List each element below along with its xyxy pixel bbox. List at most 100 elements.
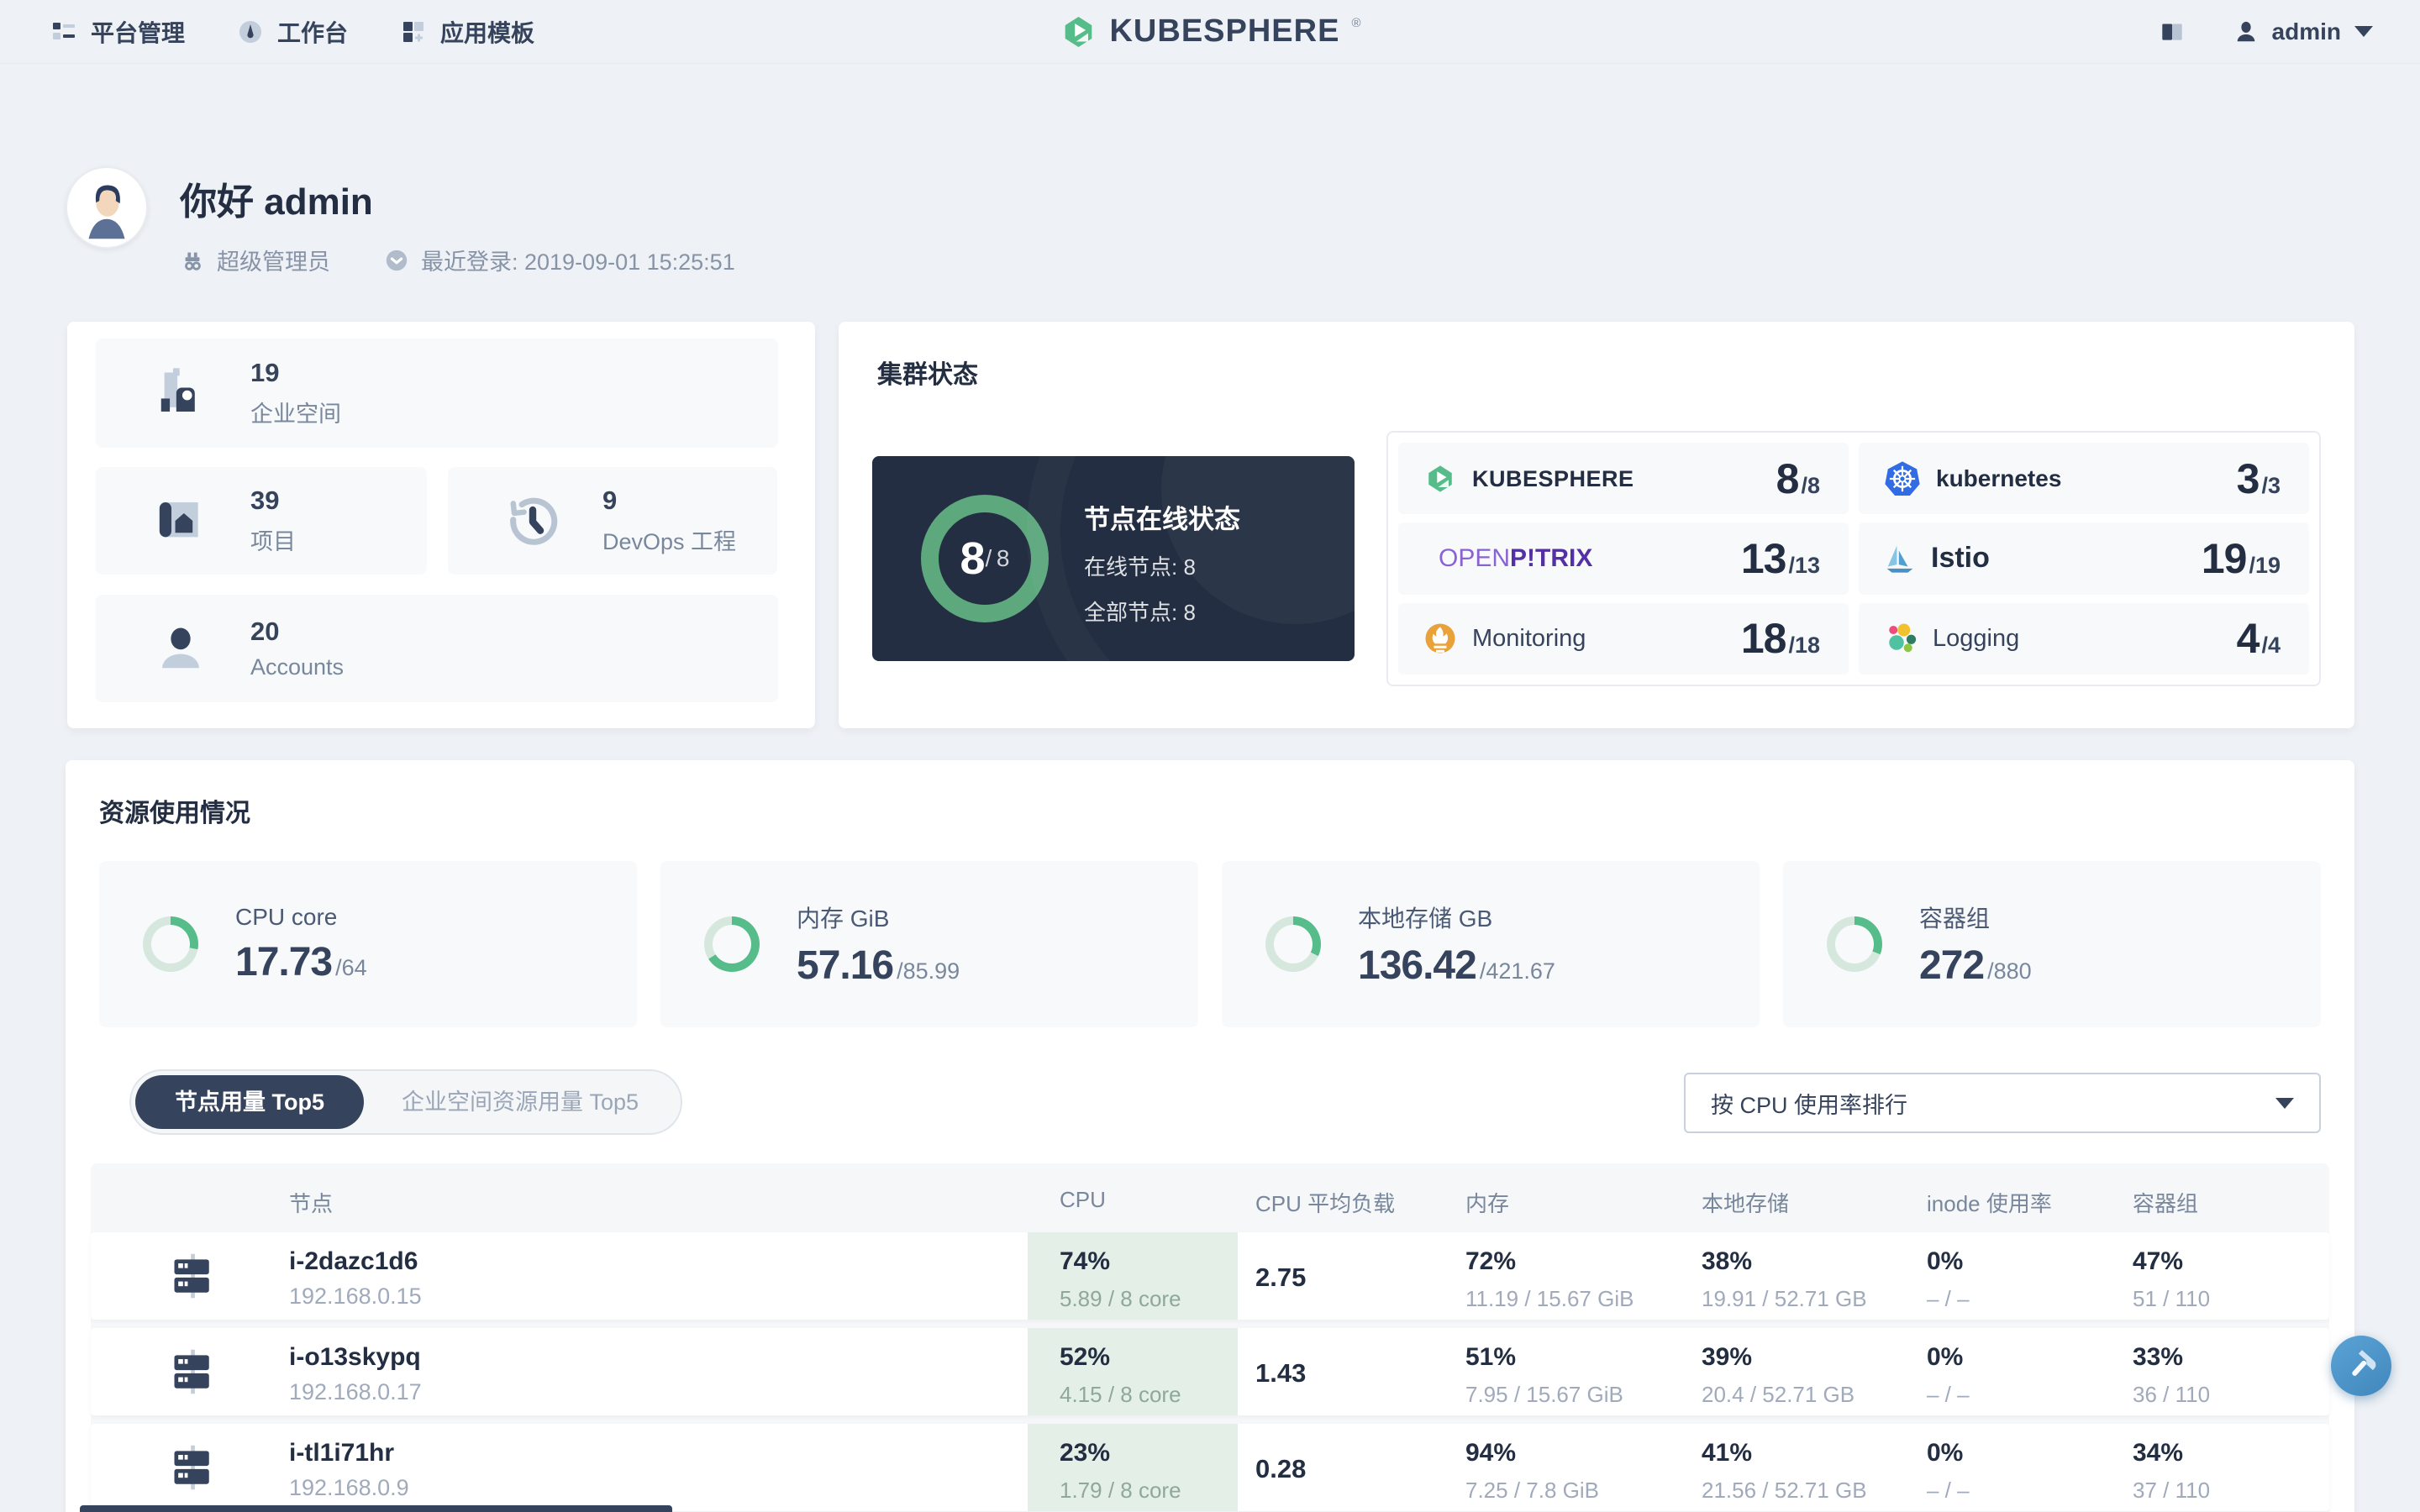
stat-label: 内存 GiB bbox=[797, 905, 890, 932]
memory-cell: 51% 7.95 / 15.67 GiB bbox=[1465, 1343, 1623, 1407]
user-menu[interactable]: admin bbox=[2233, 18, 2373, 45]
node-online-status-panel[interactable]: 8/ 8 节点在线状态 在线节点: 8 全部节点: 8 bbox=[872, 456, 1355, 661]
component-tile[interactable]: kubernetes 3/3 bbox=[1859, 443, 2309, 515]
accounts-tile[interactable]: 20 Accounts bbox=[96, 595, 778, 702]
logo-registered-mark: ® bbox=[1351, 15, 1361, 30]
tab-workspace-usage-top5[interactable]: 企业空间资源用量 Top5 bbox=[364, 1075, 676, 1129]
panel-icon[interactable] bbox=[2158, 18, 2186, 46]
workspace-icon bbox=[155, 367, 207, 419]
greeting-title: 你好 admin bbox=[180, 181, 373, 223]
stat-used: 136.42 bbox=[1358, 942, 1477, 988]
devops-count: 9 bbox=[602, 486, 618, 515]
cluster-status-card: 集群状态 8/ 8 节点在线状态 在线节点: 8 全部节点: 8 KUBESPH… bbox=[839, 322, 2354, 728]
devops-tile[interactable]: 9 DevOps 工程 bbox=[448, 467, 777, 575]
nav-app-templates[interactable]: 应用模板 bbox=[400, 15, 534, 49]
cpu-load: 0.28 bbox=[1255, 1454, 1307, 1483]
logo-text: KUBESPHERE bbox=[1109, 13, 1340, 49]
nav-workbench[interactable]: 工作台 bbox=[237, 15, 348, 49]
resource-stat-card: CPU core 17.73/64 bbox=[99, 861, 637, 1027]
app-templates-icon bbox=[400, 18, 427, 45]
stat-total: /880 bbox=[1987, 958, 2032, 984]
cpu-load: 1.43 bbox=[1255, 1358, 1307, 1388]
storage-cell: 38% 19.91 / 52.71 GB bbox=[1702, 1247, 1867, 1311]
online-nodes-line: 在线节点: 8 bbox=[1084, 554, 1196, 580]
accounts-label: Accounts bbox=[250, 654, 345, 680]
kubesphere-logo[interactable]: KUBESPHERE ® bbox=[1059, 13, 1361, 51]
cpu-detail: 5.89 / 8 core bbox=[1060, 1286, 1181, 1311]
storage-cell: 41% 21.56 / 52.71 GB bbox=[1702, 1439, 1867, 1503]
component-name: KUBESPHERE bbox=[1472, 465, 1634, 491]
last-login-label: 最近登录: 2019-09-01 15:25:51 bbox=[421, 249, 735, 275]
col-header-memory: 内存 bbox=[1465, 1191, 1510, 1216]
last-login: 最近登录: 2019-09-01 15:25:51 bbox=[384, 244, 735, 276]
component-tile[interactable]: OPENP!TRIX 13/13 bbox=[1398, 522, 1849, 595]
cpu-load: 2.75 bbox=[1255, 1263, 1307, 1292]
kubernetes-helm-icon bbox=[1884, 460, 1921, 497]
table-row[interactable]: i-2dazc1d6 192.168.0.15 74% 5.89 / 8 cor… bbox=[91, 1232, 2329, 1320]
col-header-pods: 容器组 bbox=[2133, 1191, 2199, 1216]
total-nodes-line: 全部节点: 8 bbox=[1084, 600, 1196, 625]
server-icon bbox=[168, 1347, 218, 1397]
component-count: 13/13 bbox=[1740, 534, 1820, 582]
table-row[interactable]: i-o13skypq 192.168.0.17 52% 4.15 / 8 cor… bbox=[91, 1328, 2329, 1415]
pods-cell: 33% 36 / 110 bbox=[2133, 1343, 2211, 1407]
kubesphere-logo-icon bbox=[1059, 13, 1097, 51]
pods-cell: 47% 51 / 110 bbox=[2133, 1247, 2211, 1311]
istio-sail-icon bbox=[1884, 543, 1916, 575]
project-icon bbox=[155, 495, 207, 547]
projects-tile[interactable]: 39 项目 bbox=[96, 467, 427, 575]
prometheus-monitoring-icon bbox=[1423, 622, 1457, 655]
resource-stats: CPU core 17.73/64 内存 GiB 57.16/85.99 本地存… bbox=[99, 861, 2321, 1027]
stat-total: /64 bbox=[335, 954, 367, 980]
cpu-percent: 74% bbox=[1060, 1247, 1111, 1275]
col-header-cpu: CPU bbox=[1060, 1187, 1106, 1212]
component-tile[interactable]: Monitoring 18/18 bbox=[1398, 602, 1849, 675]
devops-icon bbox=[507, 495, 559, 547]
stat-total: /421.67 bbox=[1479, 958, 1555, 984]
platform-management-icon bbox=[50, 18, 77, 45]
component-tile[interactable]: KUBESPHERE 8/8 bbox=[1398, 443, 1849, 515]
usage-donut bbox=[143, 916, 198, 972]
component-count: 3/3 bbox=[2236, 454, 2281, 502]
sort-by-dropdown[interactable]: 按 CPU 使用率排行 bbox=[1684, 1073, 2321, 1133]
usage-donut bbox=[704, 916, 760, 972]
col-header-node: 节点 bbox=[289, 1191, 334, 1216]
component-tile[interactable]: Istio 19/19 bbox=[1859, 522, 2309, 595]
component-count: 8/8 bbox=[1776, 454, 1820, 502]
components-panel: KUBESPHERE 8/8 kubernetes 3/3 OPENP!TRIX… bbox=[1386, 431, 2321, 686]
resource-usage-card: 资源使用情况 CPU core 17.73/64 内存 GiB 57.16/85… bbox=[66, 760, 2354, 1512]
kubesphere-mark-icon bbox=[1423, 462, 1457, 496]
inode-cell: 0% – / – bbox=[1927, 1439, 1970, 1503]
table-header-row: 节点 CPU CPU 平均负载 内存 本地存储 inode 使用率 容器组 bbox=[91, 1163, 2329, 1232]
resource-usage-title: 资源使用情况 bbox=[99, 800, 250, 827]
workspaces-label: 企业空间 bbox=[250, 402, 341, 427]
node-name: i-2dazc1d6 bbox=[289, 1247, 418, 1275]
sort-by-value: 按 CPU 使用率排行 bbox=[1711, 1092, 1908, 1118]
caret-down-icon bbox=[2275, 1097, 2294, 1109]
table-row[interactable]: i-tl1i71hr 192.168.0.9 23% 1.79 / 8 core… bbox=[91, 1424, 2329, 1511]
col-header-local-storage: 本地存储 bbox=[1702, 1191, 1790, 1216]
nav-label: 应用模板 bbox=[440, 19, 535, 46]
last-login-clock-icon bbox=[384, 248, 409, 273]
avatar bbox=[66, 166, 148, 249]
top-navbar: 平台管理 工作台 应用模板 KUBESPHERE ® admin bbox=[0, 0, 2420, 64]
caret-down-icon bbox=[2354, 26, 2373, 37]
navbar-right: admin bbox=[2158, 18, 2373, 46]
memory-cell: 72% 11.19 / 15.67 GiB bbox=[1465, 1247, 1634, 1311]
online-nodes-value: 8 bbox=[960, 533, 986, 584]
nav-platform-management[interactable]: 平台管理 bbox=[50, 15, 185, 49]
tab-node-usage-top5[interactable]: 节点用量 Top5 bbox=[135, 1075, 364, 1129]
toolbox-fab[interactable] bbox=[2331, 1336, 2391, 1396]
accounts-icon bbox=[155, 622, 207, 675]
stat-label: 容器组 bbox=[1919, 905, 1991, 932]
component-tile[interactable]: Logging 4/4 bbox=[1859, 602, 2309, 675]
workspaces-tile[interactable]: 19 企业空间 bbox=[96, 339, 778, 448]
node-ip: 192.168.0.9 bbox=[289, 1475, 409, 1500]
storage-cell: 39% 20.4 / 52.71 GB bbox=[1702, 1343, 1855, 1407]
resource-stat-card: 容器组 272/880 bbox=[1783, 861, 2321, 1027]
summary-card: 19 企业空间 39 项目 9 DevOps 工程 20 Accounts bbox=[67, 322, 815, 728]
toolbox-hammer-icon bbox=[2343, 1347, 2380, 1384]
horizontal-scrollbar-thumb[interactable] bbox=[80, 1505, 672, 1512]
cpu-percent: 52% bbox=[1060, 1343, 1111, 1371]
cpu-percent: 23% bbox=[1060, 1439, 1111, 1467]
